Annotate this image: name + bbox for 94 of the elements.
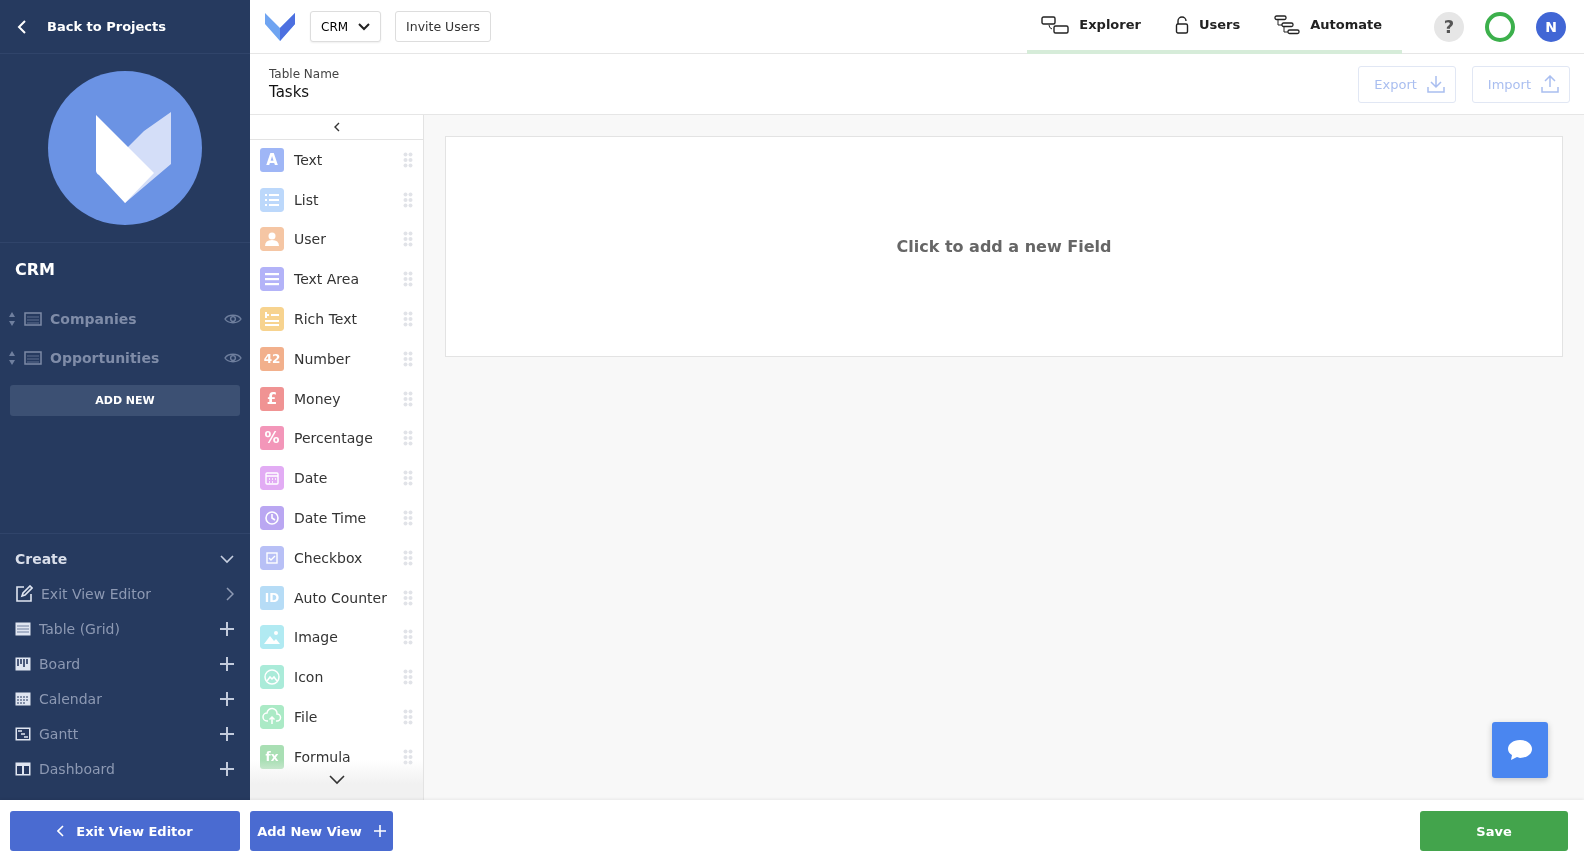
field-type-item[interactable]: Date <box>250 458 423 499</box>
scroll-down-button[interactable] <box>250 760 423 800</box>
create-item[interactable]: Dashboard <box>0 751 250 786</box>
create-header[interactable]: Create <box>0 542 250 576</box>
drag-handle-icon[interactable] <box>403 470 413 487</box>
plus-icon[interactable] <box>220 691 234 706</box>
eye-icon[interactable] <box>224 312 242 325</box>
drag-handle-icon[interactable] <box>403 629 413 646</box>
field-type-icon: ID <box>260 585 284 610</box>
plus-icon[interactable] <box>220 726 234 741</box>
chat-button[interactable] <box>1492 722 1548 778</box>
nav-tab[interactable]: Automate <box>1274 14 1382 35</box>
drag-handle-icon[interactable] <box>403 510 413 527</box>
field-type-icon: A <box>260 147 284 172</box>
add-new-view-button[interactable]: Add New View <box>250 811 393 851</box>
caret-icon <box>358 22 371 31</box>
drag-handle-icon[interactable] <box>403 271 413 288</box>
add-new-button[interactable]: ADD NEW <box>10 385 240 416</box>
gantt-icon <box>15 726 31 741</box>
field-type-item[interactable]: File <box>250 697 423 737</box>
sort-icon <box>8 349 16 366</box>
create-item[interactable]: Table (Grid) <box>0 611 250 646</box>
dashboard-icon <box>15 761 31 776</box>
field-type-icon: fx <box>260 744 284 769</box>
flow-icon <box>1274 14 1301 35</box>
table-icon <box>24 311 42 326</box>
create-item[interactable]: Exit View Editor <box>0 576 250 611</box>
edit-icon <box>15 584 33 603</box>
help-button[interactable]: ? <box>1434 11 1464 42</box>
nav-tab[interactable]: Explorer <box>1041 15 1141 34</box>
field-type-item[interactable]: Date Time <box>250 498 423 538</box>
field-type-item[interactable]: % Percentage <box>250 418 423 459</box>
drag-handle-icon[interactable] <box>403 709 413 726</box>
plus-icon[interactable] <box>220 761 234 776</box>
field-type-item[interactable]: Checkbox <box>250 537 423 578</box>
field-type-item[interactable]: £ Money <box>250 378 423 419</box>
chevron-left-icon <box>333 122 340 132</box>
chevron-down-icon <box>328 775 345 785</box>
eye-icon[interactable] <box>224 351 242 364</box>
windows-icon <box>1041 15 1070 34</box>
drag-handle-icon[interactable] <box>403 350 413 367</box>
field-type-item[interactable]: User <box>250 219 423 260</box>
field-type-icon: % <box>260 426 284 451</box>
plus-icon <box>373 825 386 837</box>
app-logo <box>264 11 296 42</box>
invite-users-button[interactable]: Invite Users <box>395 11 492 42</box>
grid-icon <box>15 621 31 636</box>
chevron-right-icon <box>226 586 234 601</box>
calendar-icon <box>15 691 31 706</box>
download-icon <box>1426 75 1445 93</box>
field-type-item[interactable]: Icon <box>250 657 423 698</box>
board-icon <box>15 656 31 671</box>
chevron-left-icon <box>57 825 65 837</box>
field-type-icon: £ <box>260 386 284 411</box>
table-icon <box>24 350 42 365</box>
field-type-item[interactable]: 42 Number <box>250 339 423 379</box>
drag-handle-icon[interactable] <box>403 231 413 248</box>
field-type-item[interactable]: ID Auto Counter <box>250 577 423 618</box>
table-name-value[interactable]: Tasks <box>269 83 340 101</box>
field-type-item[interactable]: A Text <box>250 140 423 180</box>
user-avatar[interactable]: N <box>1536 11 1566 42</box>
add-field-area[interactable]: Click to add a new Field <box>445 136 1563 357</box>
add-field-prompt: Click to add a new Field <box>896 237 1112 256</box>
field-type-icon: 42 <box>260 346 284 371</box>
field-type-item[interactable]: List <box>250 179 423 220</box>
sort-icon <box>8 310 16 327</box>
drag-handle-icon[interactable] <box>403 589 413 606</box>
project-select[interactable]: CRM <box>310 11 382 42</box>
plus-icon[interactable] <box>220 621 234 636</box>
drag-handle-icon[interactable] <box>403 191 413 208</box>
chat-bubble-icon <box>1507 738 1533 762</box>
plus-icon[interactable] <box>220 656 234 671</box>
chevron-left-icon <box>17 18 27 35</box>
drag-handle-icon[interactable] <box>403 311 413 328</box>
field-type-item[interactable]: Image <box>250 617 423 658</box>
drag-handle-icon[interactable] <box>403 669 413 686</box>
exit-view-editor-button[interactable]: Exit View Editor <box>10 811 240 851</box>
project-name: CRM <box>14 259 56 281</box>
nav-tab[interactable]: Users <box>1174 15 1241 34</box>
status-ring-icon <box>1484 10 1516 43</box>
field-type-item[interactable]: Rich Text <box>250 299 423 339</box>
drag-handle-icon[interactable] <box>403 430 413 447</box>
upload-icon <box>1541 75 1559 93</box>
create-item[interactable]: Gantt <box>0 716 250 751</box>
drag-handle-icon[interactable] <box>403 151 413 168</box>
create-item[interactable]: Calendar <box>0 681 250 716</box>
drag-handle-icon[interactable] <box>403 748 413 765</box>
field-type-item[interactable]: fx Formula <box>250 736 423 777</box>
drag-handle-icon[interactable] <box>403 390 413 407</box>
table-name-label: Table Name <box>269 67 340 81</box>
lock-icon <box>1174 15 1189 34</box>
field-type-item[interactable]: Text Area <box>250 259 423 300</box>
create-item[interactable]: Board <box>0 646 250 681</box>
drag-handle-icon[interactable] <box>403 549 413 566</box>
